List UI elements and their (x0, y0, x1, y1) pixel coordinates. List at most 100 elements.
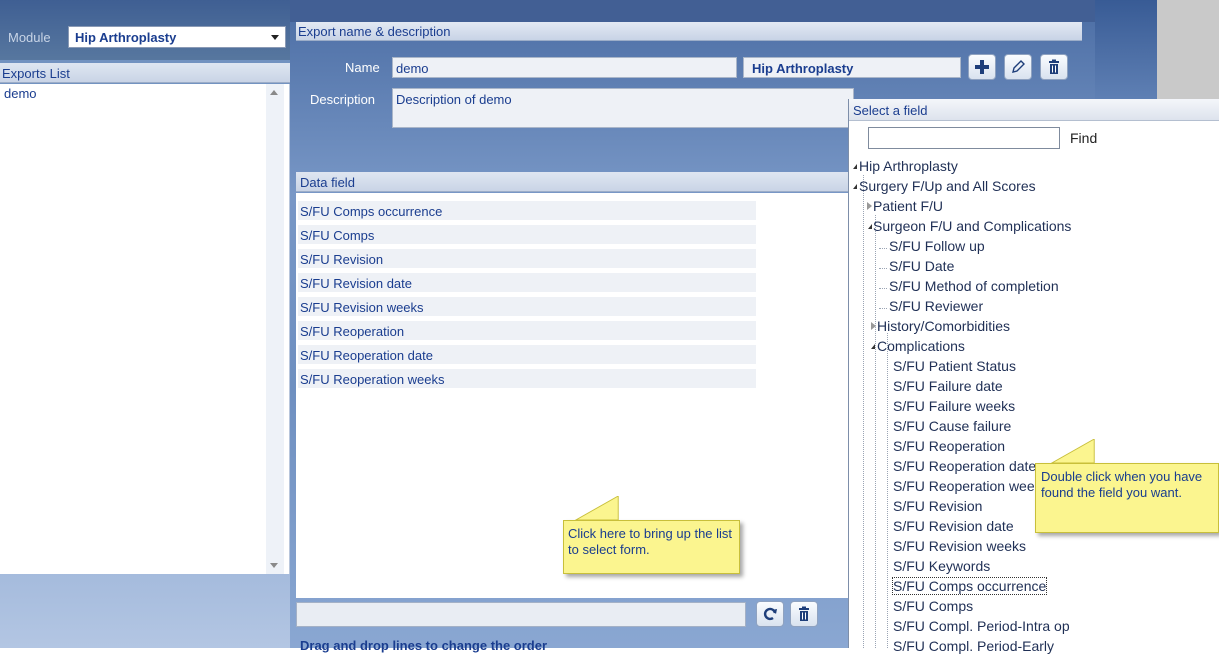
description-field[interactable]: Description of demo (392, 88, 854, 128)
tree-node[interactable]: S/FU Reoperation (893, 438, 1005, 454)
tree-guide (863, 175, 864, 648)
tree-node[interactable]: S/FU Patient Status (893, 358, 1016, 374)
trash-icon (1049, 59, 1059, 74)
collapsed-icon[interactable] (871, 322, 876, 330)
table-row[interactable]: S/FU Revision (298, 249, 756, 270)
module-name-value: Hip Arthroplasty (752, 61, 854, 76)
tree-branch (879, 248, 887, 249)
expanded-icon[interactable] (868, 224, 872, 229)
tree-node[interactable]: S/FU Revision weeks (893, 538, 1026, 554)
tree-node[interactable]: Hip Arthroplasty (859, 158, 958, 174)
collapsed-icon[interactable] (867, 202, 872, 210)
tree-node[interactable]: Patient F/U (873, 198, 943, 214)
list-item[interactable]: demo (4, 86, 37, 101)
tree-node[interactable]: Surgeon F/U and Complications (873, 218, 1071, 234)
description-field-value: Description of demo (396, 92, 512, 107)
row-label: S/FU Reoperation date (300, 348, 433, 363)
data-field-title: Data field (300, 175, 355, 190)
form-select-input[interactable] (296, 602, 746, 627)
tree-node[interactable]: S/FU Failure weeks (893, 398, 1015, 414)
find-button[interactable]: Find (1070, 130, 1097, 146)
tree-node[interactable]: S/FU Reoperation date (893, 458, 1036, 474)
form-hint-text: Click here to bring up the list to selec… (568, 526, 733, 557)
module-name-field: Hip Arthroplasty (743, 57, 961, 78)
table-row[interactable]: S/FU Reoperation (298, 321, 756, 342)
callout-pointer (1050, 439, 1095, 463)
export-section-title: Export name & description (298, 24, 451, 39)
row-label: S/FU Revision (300, 252, 384, 267)
tree-guide (887, 333, 888, 648)
tree-node[interactable]: S/FU Failure date (893, 378, 1003, 394)
tree-node[interactable]: S/FU Comps (893, 598, 973, 614)
table-row[interactable]: S/FU Revision date (298, 273, 756, 294)
popup-title-bar: Select a field (849, 99, 1219, 121)
table-row[interactable]: S/FU Comps occurrence (298, 201, 756, 222)
tree-node[interactable]: History/Comorbidities (877, 318, 1010, 334)
module-label: Module (8, 30, 51, 45)
field-search-input[interactable] (868, 127, 1060, 149)
row-label: S/FU Revision date (300, 276, 412, 291)
field-hint-callout: Double click when you have found the fie… (1035, 439, 1219, 533)
row-label: S/FU Reoperation weeks (300, 372, 445, 387)
name-field-value: demo (396, 61, 429, 76)
callout-pointer (574, 496, 619, 520)
tree-node[interactable]: S/FU Reoperation weeks (893, 478, 1049, 494)
tree-node[interactable]: S/FU Revision date (893, 518, 1014, 534)
row-label: S/FU Revision weeks (300, 300, 424, 315)
delete-button[interactable] (1040, 54, 1068, 80)
tree-node[interactable]: S/FU Keywords (893, 558, 990, 574)
expanded-icon[interactable] (853, 184, 857, 189)
chevron-down-icon (271, 35, 279, 40)
edit-button[interactable] (1004, 54, 1032, 80)
module-select-value: Hip Arthroplasty (75, 30, 177, 45)
remove-field-button[interactable] (790, 601, 818, 627)
tree-node[interactable]: S/FU Cause failure (893, 418, 1011, 434)
select-field-popup: Select a field Find Hip Arthroplasty Sur… (848, 99, 1219, 654)
tree-branch (879, 268, 887, 269)
row-label: S/FU Comps occurrence (300, 204, 443, 219)
expanded-icon[interactable] (871, 344, 875, 349)
refresh-button[interactable] (756, 601, 784, 627)
name-field[interactable]: demo (392, 57, 737, 78)
export-section-header: Export name & description (296, 22, 1082, 41)
tree-guide (875, 215, 876, 648)
form-selector-bar (296, 600, 852, 630)
exports-list-title: Exports List (2, 66, 70, 81)
tree-node[interactable]: Complications (877, 338, 965, 354)
tree-node[interactable]: S/FU Revision (893, 498, 982, 514)
pencil-icon (1012, 60, 1025, 73)
module-select[interactable]: Hip Arthroplasty (68, 26, 286, 48)
field-tree[interactable]: Hip Arthroplasty Surgery F/Up and All Sc… (849, 155, 1219, 654)
expanded-icon[interactable] (853, 164, 857, 169)
form-hint-callout: Click here to bring up the list to selec… (563, 496, 740, 574)
right-side-band (1095, 0, 1157, 100)
add-button[interactable] (968, 54, 996, 80)
tree-node[interactable]: S/FU Compl. Period-Intra op (893, 618, 1070, 634)
exports-scrollbar[interactable] (266, 84, 284, 574)
popup-title: Select a field (853, 103, 928, 118)
tree-node[interactable]: S/FU Date (889, 258, 954, 274)
scroll-down-icon[interactable] (270, 563, 278, 568)
data-field-header: Data field (296, 172, 852, 192)
table-row[interactable]: S/FU Reoperation date (298, 345, 756, 366)
table-row[interactable]: S/FU Reoperation weeks (298, 369, 756, 390)
tree-branch (879, 288, 887, 289)
description-label: Description (310, 92, 376, 107)
scroll-up-icon[interactable] (270, 90, 278, 95)
tree-node[interactable]: S/FU Follow up (889, 238, 985, 254)
tree-node[interactable]: Surgery F/Up and All Scores (859, 178, 1036, 194)
exports-list[interactable]: demo (0, 84, 290, 574)
tree-node[interactable]: S/FU Reviewer (889, 298, 983, 314)
tree-node[interactable]: S/FU Compl. Period-Early (893, 638, 1054, 654)
table-row[interactable]: S/FU Revision weeks (298, 297, 756, 318)
tree-node-selected[interactable]: S/FU Comps occurrence (891, 577, 1048, 595)
tree-branch (879, 308, 887, 309)
row-label: S/FU Comps (300, 228, 375, 243)
plus-icon (975, 60, 989, 74)
drag-hint: Drag and drop lines to change the order (300, 638, 548, 653)
row-label: S/FU Reoperation (300, 324, 405, 339)
table-row[interactable]: S/FU Comps (298, 225, 756, 246)
tree-node[interactable]: S/FU Method of completion (889, 278, 1059, 294)
name-label: Name (345, 60, 380, 75)
exports-list-header: Exports List (0, 63, 290, 83)
